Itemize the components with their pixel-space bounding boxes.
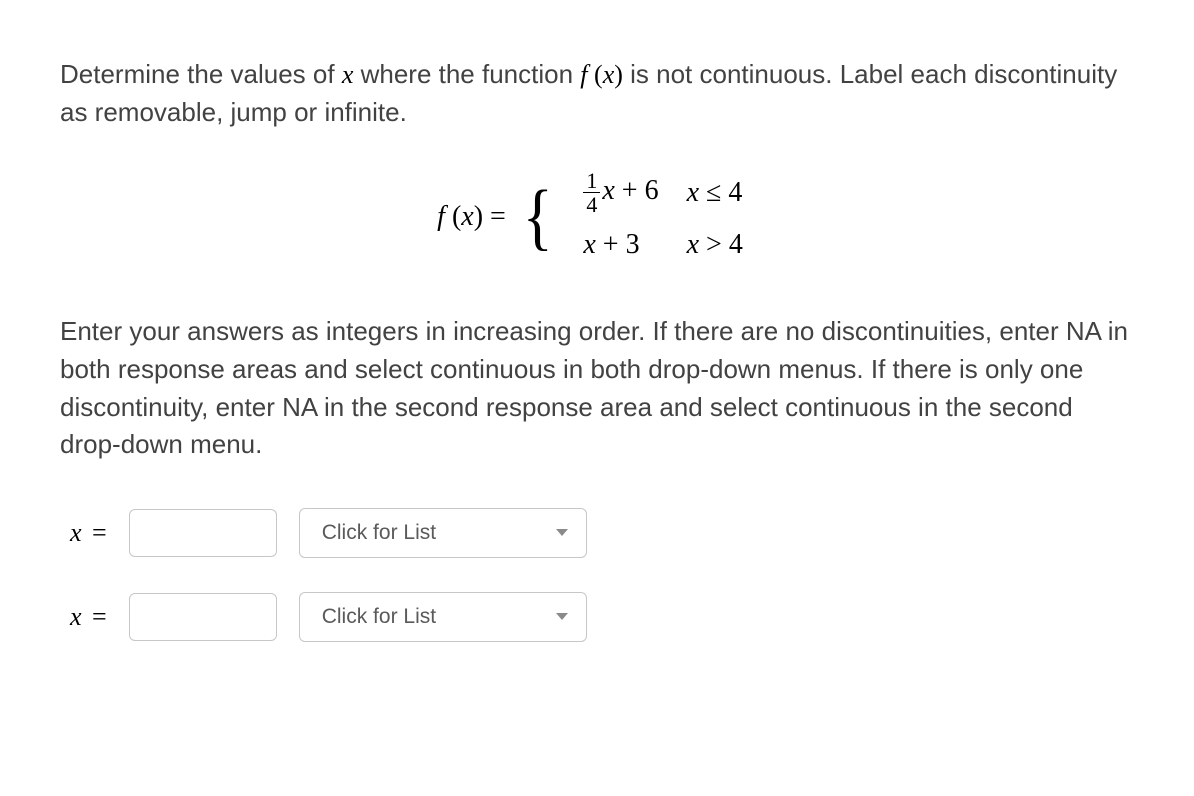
case-cond: x > 4 [673,221,757,270]
brace-icon: { [522,186,552,249]
prompt-var-x: x [342,60,354,89]
dropdown-placeholder: Click for List [322,518,436,548]
case-row: 1 4 x + 6 x ≤ 4 [569,165,756,220]
chevron-down-icon [556,613,568,620]
fraction-num: 1 [583,169,600,193]
prompt-pre: Determine the values of [60,59,342,89]
fraction: 1 4 [583,169,600,216]
answer-label: x = [70,514,107,552]
prompt-paragraph: Determine the values of x where the func… [60,56,1134,131]
answer-label: x = [70,598,107,636]
fraction-den: 4 [583,193,600,216]
equation-cases: 1 4 x + 6 x ≤ 4 x + 3 x > 4 [569,165,756,269]
discontinuity-type-dropdown-2[interactable]: Click for List [299,592,587,642]
dropdown-placeholder: Click for List [322,602,436,632]
chevron-down-icon [556,529,568,536]
answer-input-1[interactable] [129,509,277,557]
equation-block: f (x) = { 1 4 x + 6 x ≤ 4 x + 3 [60,165,1134,269]
problem-container: Determine the values of x where the func… [0,0,1194,716]
instructions-paragraph: Enter your answers as integers in increa… [60,313,1134,464]
case-cond: x ≤ 4 [673,165,757,220]
case-expr: x + 3 [569,221,672,270]
prompt-fn: f (x) [580,60,623,89]
discontinuity-type-dropdown-1[interactable]: Click for List [299,508,587,558]
case-row: x + 3 x > 4 [569,221,756,270]
answer-row-1: x = Click for List [60,508,1134,558]
prompt-mid: where the function [353,59,580,89]
answer-input-2[interactable] [129,593,277,641]
answer-row-2: x = Click for List [60,592,1134,642]
equation-lhs: f (x) = [437,197,506,238]
